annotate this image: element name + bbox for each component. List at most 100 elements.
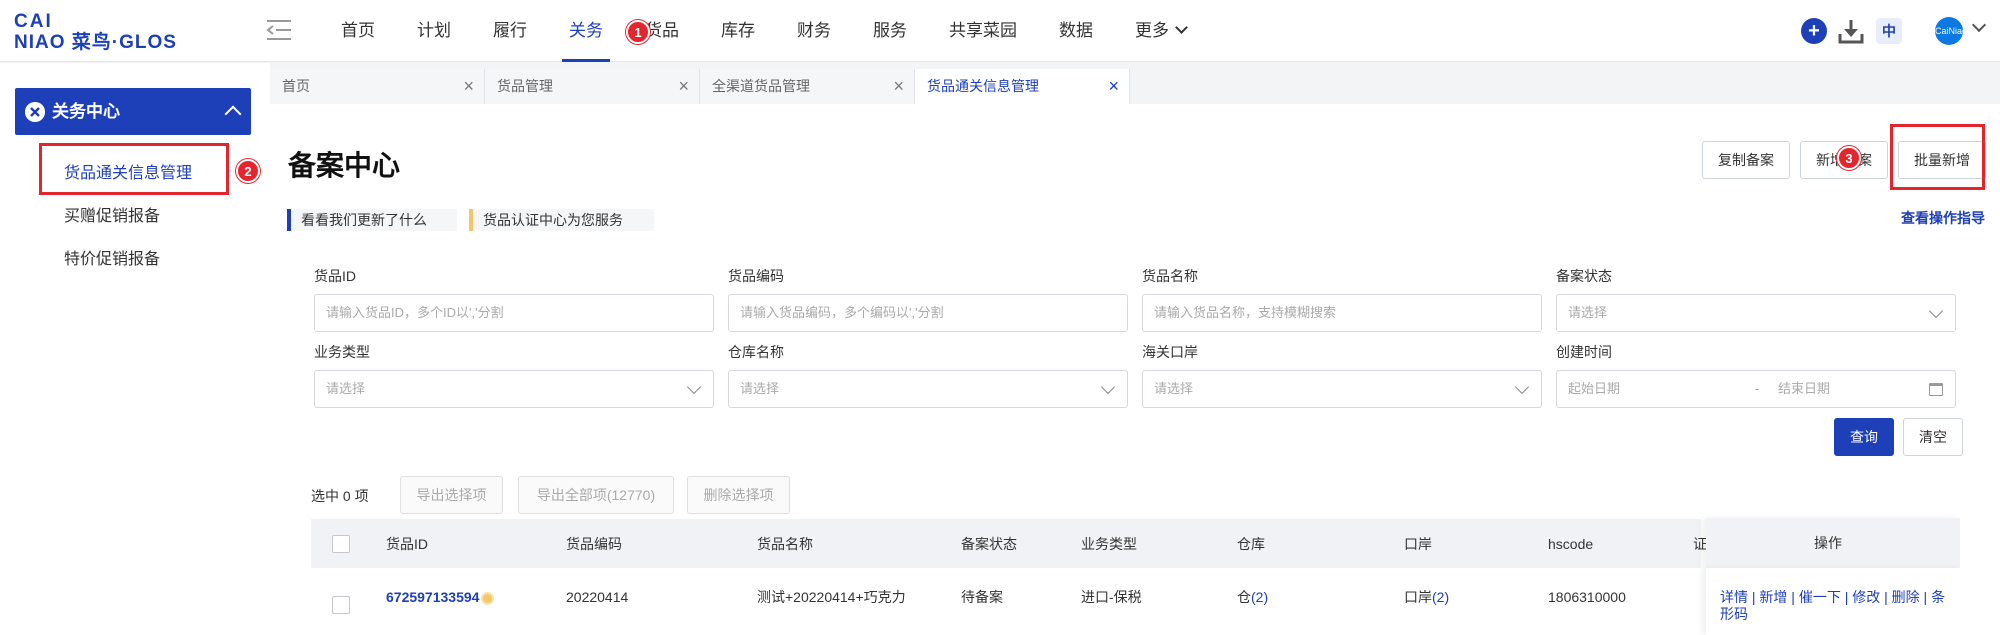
select-all-checkbox[interactable] bbox=[332, 535, 350, 553]
menu-collapse-icon[interactable] bbox=[266, 18, 292, 42]
close-icon[interactable]: × bbox=[463, 69, 474, 104]
goods-id-input[interactable]: 请输入货品ID，多个ID以','分割 bbox=[314, 294, 714, 332]
column-header-port[interactable]: 口岸 bbox=[1404, 519, 1432, 569]
cainiao-logo[interactable]: CAI NIAO 菜鸟·GLOS bbox=[14, 12, 194, 54]
chevron-down-icon bbox=[1175, 21, 1188, 34]
table-row: 672597133594 20220414 测试+20220414+巧克力 待备… bbox=[311, 568, 1701, 635]
created-time-range-picker[interactable]: 起始日期 - 结束日期 bbox=[1556, 370, 1956, 408]
nav-item-fulfillment[interactable]: 履行 bbox=[472, 0, 548, 62]
column-header-filing-status[interactable]: 备案状态 bbox=[961, 519, 1017, 569]
user-avatar[interactable]: CaiNiao bbox=[1935, 17, 1967, 45]
warehouse-select[interactable]: 请选择 bbox=[728, 370, 1128, 408]
notice-whats-new[interactable]: 看看我们更新了什么 bbox=[287, 209, 457, 231]
tab-home[interactable]: 首页 × bbox=[270, 69, 485, 104]
column-header-certificate[interactable]: 证 bbox=[1693, 519, 1707, 569]
tab-goods-customs-info[interactable]: 货品通关信息管理 × bbox=[915, 69, 1130, 104]
row-port-count-link[interactable]: (2) bbox=[1432, 589, 1449, 605]
notice-certification-center[interactable]: 货品认证中心为您服务 bbox=[469, 209, 654, 231]
nav-item-home[interactable]: 首页 bbox=[320, 0, 396, 62]
row-operation-links[interactable]: 详情 | 新增 | 催一下 | 修改 | 删除 | 条形码 bbox=[1720, 589, 1950, 623]
column-header-operations: 操作 bbox=[1814, 535, 1842, 551]
column-header-goods-id[interactable]: 货品ID bbox=[386, 519, 428, 569]
column-header-business-type[interactable]: 业务类型 bbox=[1081, 519, 1137, 569]
copy-filing-button[interactable]: 复制备案 bbox=[1702, 141, 1790, 179]
annotation-badge-1: 1 bbox=[626, 20, 650, 44]
chevron-down-icon bbox=[1100, 379, 1116, 395]
sidebar-item-special-price-promo[interactable]: 特价促销报备 bbox=[64, 245, 160, 269]
sidebar: 关务中心 货品通关信息管理 买赠促销报备 特价促销报备 bbox=[0, 63, 270, 635]
column-header-goods-name[interactable]: 货品名称 bbox=[757, 519, 813, 569]
notice-bar bbox=[469, 209, 473, 231]
chevron-down-icon bbox=[1514, 379, 1530, 395]
column-header-operations-cell: 操作 bbox=[1706, 518, 1960, 568]
nav-item-more[interactable]: 更多 bbox=[1114, 0, 1207, 62]
row-port-prefix: 口岸 bbox=[1404, 589, 1432, 605]
nav-item-shared-garden[interactable]: 共享菜园 bbox=[928, 0, 1038, 62]
date-range-separator: - bbox=[1755, 381, 1760, 396]
filter-label-filing-status: 备案状态 bbox=[1556, 268, 1612, 284]
nav-item-data[interactable]: 数据 bbox=[1038, 0, 1114, 62]
sidebar-item-goods-customs-info[interactable]: 货品通关信息管理 bbox=[64, 159, 192, 183]
operation-guide-link[interactable]: 查看操作指导 bbox=[1901, 208, 1985, 228]
row-goods-code: 20220414 bbox=[566, 589, 629, 605]
column-header-warehouse[interactable]: 仓库 bbox=[1237, 519, 1265, 569]
close-icon[interactable]: × bbox=[893, 69, 904, 104]
sidebar-item-buy-gift-promo[interactable]: 买赠促销报备 bbox=[64, 202, 160, 226]
filter-label-goods-name: 货品名称 bbox=[1142, 268, 1198, 284]
row-warehouse-prefix: 仓 bbox=[1237, 589, 1251, 605]
row-hscode: 1806310000 bbox=[1548, 589, 1626, 605]
batch-add-button[interactable]: 批量新增 bbox=[1898, 141, 1986, 179]
filter-label-warehouse: 仓库名称 bbox=[728, 344, 784, 360]
clear-button[interactable]: 清空 bbox=[1903, 418, 1963, 456]
nav-item-inventory[interactable]: 库存 bbox=[700, 0, 776, 62]
customs-port-select[interactable]: 请选择 bbox=[1142, 370, 1542, 408]
export-all-button[interactable]: 导出全部项(12770) bbox=[518, 476, 674, 514]
row-goods-id-text: 672597133594 bbox=[386, 589, 480, 605]
business-type-select[interactable]: 请选择 bbox=[314, 370, 714, 408]
goods-name-input[interactable]: 请输入货品名称，支持模糊搜索 bbox=[1142, 294, 1542, 332]
column-header-goods-code[interactable]: 货品编码 bbox=[566, 519, 622, 569]
row-goods-name: 测试+20220414+巧克力 bbox=[757, 589, 906, 605]
nav-item-finance[interactable]: 财务 bbox=[776, 0, 852, 62]
add-icon[interactable]: + bbox=[1801, 18, 1827, 44]
page-tabs: 首页 × 货品管理 × 全渠道货品管理 × 货品通关信息管理 × bbox=[270, 63, 2000, 104]
export-selected-button[interactable]: 导出选择项 bbox=[400, 476, 503, 514]
column-header-hscode[interactable]: hscode bbox=[1548, 519, 1593, 569]
filter-label-customs-port: 海关口岸 bbox=[1142, 344, 1198, 360]
row-checkbox[interactable] bbox=[332, 596, 350, 614]
tab-omnichannel-goods[interactable]: 全渠道货品管理 × bbox=[700, 69, 915, 104]
avatar-chevron-down-icon[interactable] bbox=[1971, 17, 1987, 33]
tab-label: 货品通关信息管理 bbox=[927, 78, 1039, 94]
sidebar-group-customs-center[interactable]: 关务中心 bbox=[15, 88, 251, 135]
select-placeholder: 请选择 bbox=[326, 381, 366, 396]
tab-goods-management[interactable]: 货品管理 × bbox=[485, 69, 700, 104]
logo-line-2: NIAO 菜鸟·GLOS bbox=[14, 32, 177, 53]
select-placeholder: 请选择 bbox=[1154, 381, 1194, 396]
filter-label-goods-id: 货品ID bbox=[314, 268, 356, 284]
tab-label: 货品管理 bbox=[497, 78, 553, 94]
download-icon[interactable] bbox=[1838, 18, 1864, 44]
sidebar-group-title: 关务中心 bbox=[52, 102, 120, 121]
close-icon[interactable]: × bbox=[1108, 69, 1119, 104]
chevron-up-icon[interactable] bbox=[224, 105, 242, 123]
row-business-type: 进口-保税 bbox=[1081, 589, 1142, 605]
nav-item-service[interactable]: 服务 bbox=[852, 0, 928, 62]
nav-item-customs[interactable]: 关务 bbox=[548, 0, 624, 62]
row-warehouse-count-link[interactable]: (2) bbox=[1251, 589, 1268, 605]
filing-status-select[interactable]: 请选择 bbox=[1556, 294, 1956, 332]
language-switch[interactable]: 中 bbox=[1876, 18, 1902, 44]
medal-icon bbox=[481, 591, 495, 605]
delete-selected-button[interactable]: 删除选择项 bbox=[687, 476, 790, 514]
end-date-placeholder: 结束日期 bbox=[1778, 381, 1831, 396]
nav-item-plan[interactable]: 计划 bbox=[396, 0, 472, 62]
search-button[interactable]: 查询 bbox=[1834, 418, 1894, 456]
close-icon[interactable]: × bbox=[678, 69, 689, 104]
row-goods-id[interactable]: 672597133594 bbox=[386, 569, 495, 625]
calendar-icon bbox=[1929, 383, 1943, 396]
row-filing-status: 待备案 bbox=[961, 589, 1003, 605]
table-header: 货品ID 货品编码 货品名称 备案状态 业务类型 仓库 口岸 hscode 证 bbox=[311, 519, 1707, 569]
select-placeholder: 请选择 bbox=[740, 381, 780, 396]
start-date-placeholder: 起始日期 bbox=[1568, 381, 1621, 396]
chevron-down-icon bbox=[1928, 303, 1944, 319]
goods-code-input[interactable]: 请输入货品编码，多个编码以','分割 bbox=[728, 294, 1128, 332]
